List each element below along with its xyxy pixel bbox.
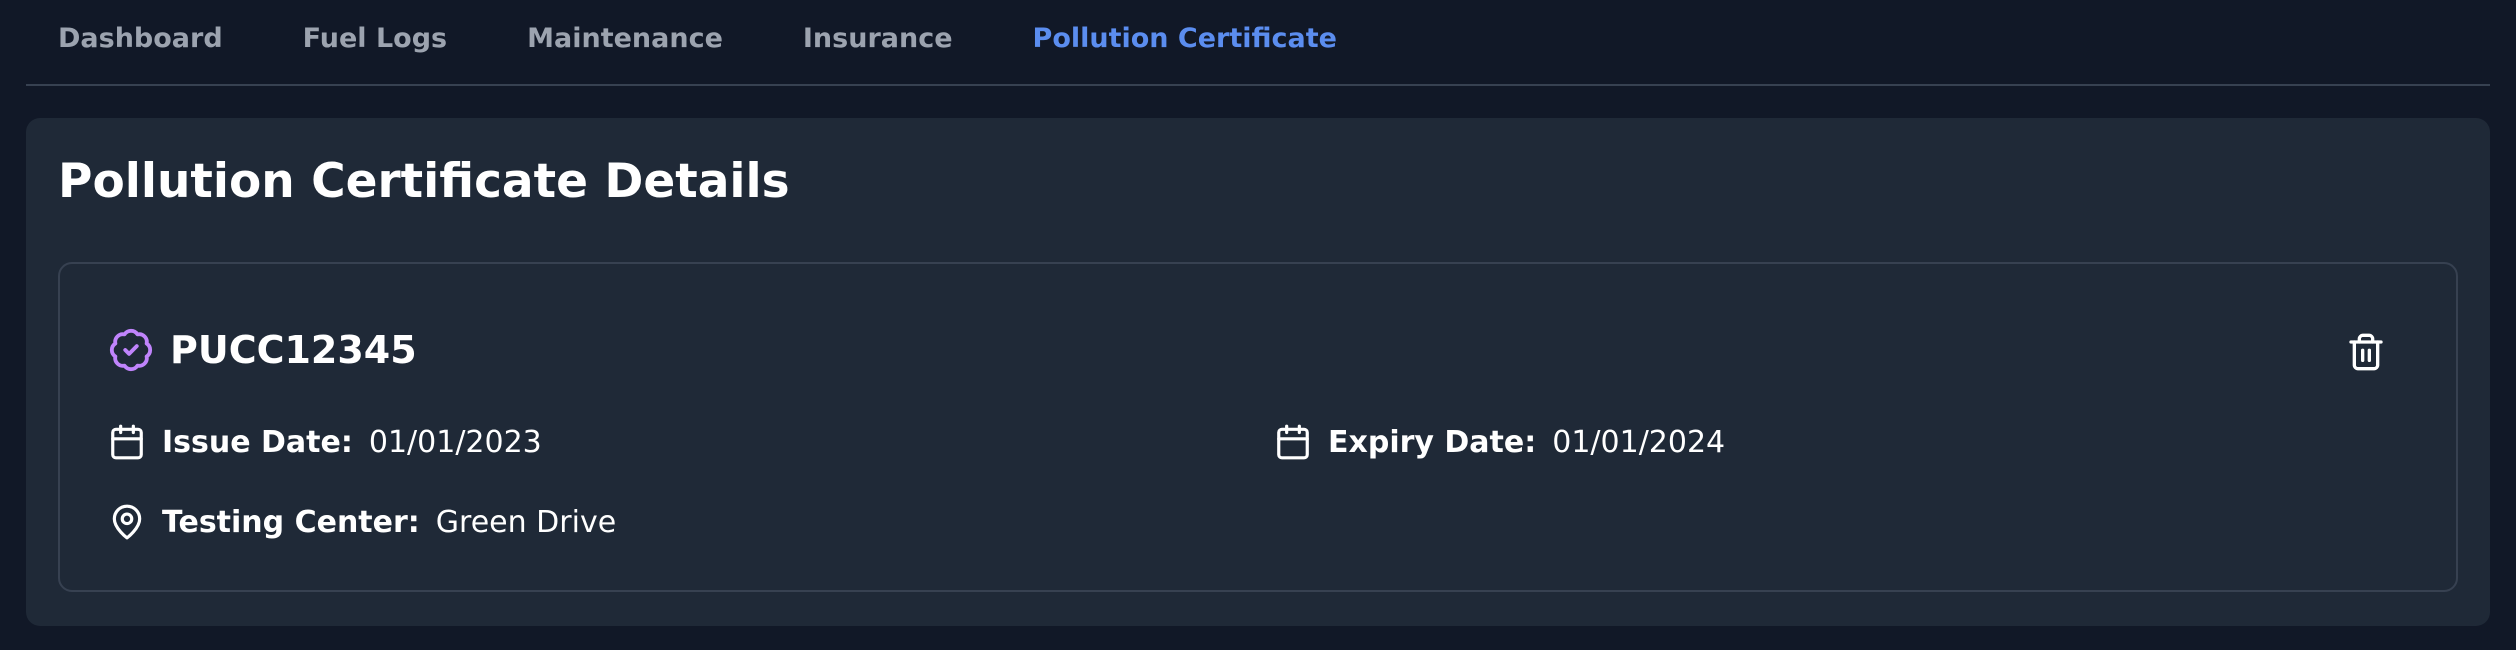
page-title: Pollution Certificate Details (58, 154, 790, 209)
delete-button[interactable] (2344, 330, 2388, 374)
testing-center-label: Testing Center: (162, 504, 420, 540)
tab-bar: Dashboard Fuel Logs Maintenance Insuranc… (26, 0, 2490, 86)
details-panel: Pollution Certificate Details PUCC12345 (26, 118, 2490, 626)
calendar-icon (108, 423, 146, 461)
calendar-icon (1274, 423, 1312, 461)
tab-fuel-logs[interactable]: Fuel Logs (303, 23, 447, 54)
tab-maintenance[interactable]: Maintenance (527, 23, 723, 54)
tab-pollution-certificate[interactable]: Pollution Certificate (1033, 23, 1337, 54)
certificate-header: PUCC12345 (108, 324, 417, 376)
issue-date-field: Issue Date: 01/01/2023 (108, 420, 542, 464)
map-pin-icon (108, 503, 146, 541)
expiry-date-value: 01/01/2024 (1552, 424, 1726, 460)
expiry-date-field: Expiry Date: 01/01/2024 (1274, 420, 1725, 464)
issue-date-value: 01/01/2023 (368, 424, 542, 460)
tab-dashboard[interactable]: Dashboard (58, 23, 223, 54)
testing-center-value: Green Drive (435, 504, 617, 540)
badge-check-icon (108, 327, 154, 373)
trash-icon (2346, 332, 2386, 372)
expiry-date-label: Expiry Date: (1328, 424, 1537, 460)
issue-date-label: Issue Date: (162, 424, 353, 460)
tab-insurance[interactable]: Insurance (803, 23, 953, 54)
certificate-card: PUCC12345 Issue Date: 01/01/2023 Expiry … (58, 262, 2458, 592)
testing-center-field: Testing Center: Green Drive (108, 500, 616, 544)
certificate-number: PUCC12345 (170, 328, 417, 372)
